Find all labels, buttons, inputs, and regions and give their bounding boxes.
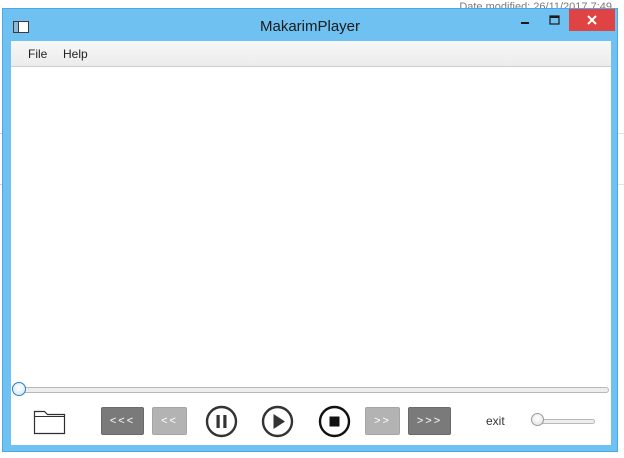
app-window: MakarimPlayer File Help <<< << >> >>> ex… xyxy=(2,8,618,452)
stop-icon xyxy=(318,405,351,438)
menu-bar: File Help xyxy=(11,41,611,67)
skip-forward-far-button[interactable]: >>> xyxy=(408,407,451,435)
maximize-button[interactable] xyxy=(539,9,569,31)
media-view[interactable] xyxy=(11,67,611,383)
play-button[interactable] xyxy=(261,405,294,438)
minimize-icon xyxy=(521,22,529,24)
close-icon xyxy=(587,15,597,25)
exit-button[interactable]: exit xyxy=(486,414,505,428)
seek-slider-thumb[interactable] xyxy=(12,382,26,396)
close-button[interactable] xyxy=(569,9,615,31)
folder-icon xyxy=(33,410,66,435)
client-area: File Help <<< << >> >>> exit xyxy=(11,41,611,445)
stop-button[interactable] xyxy=(318,405,351,438)
title-bar[interactable]: MakarimPlayer xyxy=(3,9,617,41)
menu-file[interactable]: File xyxy=(28,47,47,61)
maximize-icon xyxy=(548,15,560,25)
open-folder-button[interactable] xyxy=(33,407,67,435)
skip-back-button[interactable]: << xyxy=(152,407,187,435)
pause-icon xyxy=(205,405,238,438)
menu-help[interactable]: Help xyxy=(63,47,88,61)
pause-button[interactable] xyxy=(205,405,238,438)
volume-slider-thumb[interactable] xyxy=(531,413,544,426)
minimize-button[interactable] xyxy=(511,9,539,31)
skip-back-far-button[interactable]: <<< xyxy=(101,407,144,435)
seek-slider-track[interactable] xyxy=(19,387,609,393)
skip-forward-button[interactable]: >> xyxy=(365,407,400,435)
play-icon xyxy=(261,405,294,438)
